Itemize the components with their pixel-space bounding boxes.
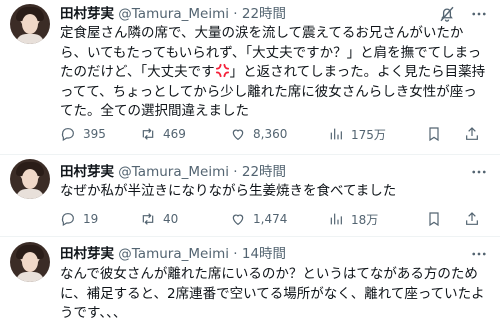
tweet-header: 田村芽実 @Tamura_Meimi · 22時間	[60, 4, 440, 24]
retweet-count: 469	[163, 127, 186, 141]
retweet-icon	[142, 213, 154, 225]
retweet-button[interactable]: 40	[140, 209, 178, 229]
views-button[interactable]: 18万	[328, 209, 378, 229]
like-count: 8,360	[253, 127, 288, 141]
reply-count: 395	[83, 127, 106, 141]
tweet-text: 定食屋さん隣の席で、大量の涙を流して震えてるお兄さんがいたから、いてもたってもい…	[60, 24, 486, 122]
reply-icon	[61, 213, 74, 227]
user-handle[interactable]: @Tamura_Meimi	[118, 6, 229, 22]
views-count: 18万	[351, 212, 379, 227]
bookmark-icon	[429, 127, 439, 142]
separator-dot: ·	[233, 246, 238, 262]
retweet-button[interactable]: 469	[140, 124, 186, 144]
more-icon[interactable]	[470, 5, 488, 23]
avatar-body	[16, 189, 44, 199]
tweet-2[interactable]: 田村芽実 @Tamura_Meimi · 22時間 なぜか私が半泣きになりながら…	[0, 155, 500, 235]
user-handle[interactable]: @Tamura_Meimi	[118, 164, 229, 180]
share-button[interactable]	[464, 124, 480, 144]
user-handle[interactable]: @Tamura_Meimi	[118, 246, 229, 262]
tweet-3[interactable]: 田村芽実 @Tamura_Meimi · 14時間 なんで彼女さんが離れた席にい…	[0, 237, 500, 321]
more-icon[interactable]	[470, 245, 488, 263]
separator-dot: ·	[233, 6, 238, 22]
bookmark-button[interactable]	[426, 124, 442, 144]
share-icon	[466, 127, 478, 140]
reply-count: 19	[83, 212, 99, 226]
avatar-face	[22, 252, 38, 272]
views-icon	[330, 213, 342, 225]
share-button[interactable]	[464, 209, 480, 229]
tweet-text: なんで彼女さんが離れた席にいるのか？というはてながある方のために、補足すると、2…	[60, 266, 485, 321]
avatar[interactable]	[10, 242, 50, 282]
views-count: 175万	[351, 127, 386, 142]
views-icon	[330, 128, 342, 140]
display-name[interactable]: 田村芽実	[60, 246, 114, 262]
reply-icon	[61, 128, 74, 142]
bell-slash-icon[interactable]	[438, 5, 456, 23]
timestamp[interactable]: 22時間	[242, 164, 286, 180]
retweet-icon	[142, 128, 154, 140]
heart-icon	[232, 129, 244, 141]
timestamp[interactable]: 22時間	[242, 6, 286, 22]
bookmark-icon	[429, 212, 439, 227]
like-button[interactable]: 8,360	[230, 124, 287, 144]
views-button[interactable]: 175万	[328, 124, 386, 144]
timestamp[interactable]: 14時間	[242, 246, 286, 262]
anger-symbol-icon	[215, 63, 229, 78]
more-icon[interactable]	[470, 163, 488, 181]
avatar-body	[16, 34, 44, 44]
tweet-1[interactable]: 田村芽実 @Tamura_Meimi · 22時間 定食屋さん隣の席で、大量の涙…	[0, 0, 500, 154]
tweet-header: 田村芽実 @Tamura_Meimi · 22時間	[60, 162, 440, 182]
display-name[interactable]: 田村芽実	[60, 164, 114, 180]
display-name[interactable]: 田村芽実	[60, 6, 114, 22]
action-bar: 395 469 8,360 175万	[60, 124, 486, 144]
separator-dot: ·	[233, 164, 238, 180]
avatar-face	[22, 169, 38, 189]
avatar-face	[22, 14, 38, 34]
tweet-header: 田村芽実 @Tamura_Meimi · 14時間	[60, 244, 440, 264]
bookmark-button[interactable]	[426, 209, 442, 229]
avatar[interactable]	[10, 4, 50, 44]
avatar[interactable]	[10, 159, 50, 199]
tweet-text: なぜか私が半泣きになりながら生姜焼きを食べてました	[60, 183, 397, 199]
avatar-body	[16, 272, 44, 282]
heart-icon	[232, 214, 244, 226]
like-count: 1,474	[253, 212, 288, 226]
reply-button[interactable]: 19	[60, 209, 98, 229]
like-button[interactable]: 1,474	[230, 209, 287, 229]
action-bar: 19 40 1,474 18万	[60, 209, 486, 229]
retweet-count: 40	[163, 212, 179, 226]
reply-button[interactable]: 395	[60, 124, 106, 144]
share-icon	[466, 212, 478, 225]
